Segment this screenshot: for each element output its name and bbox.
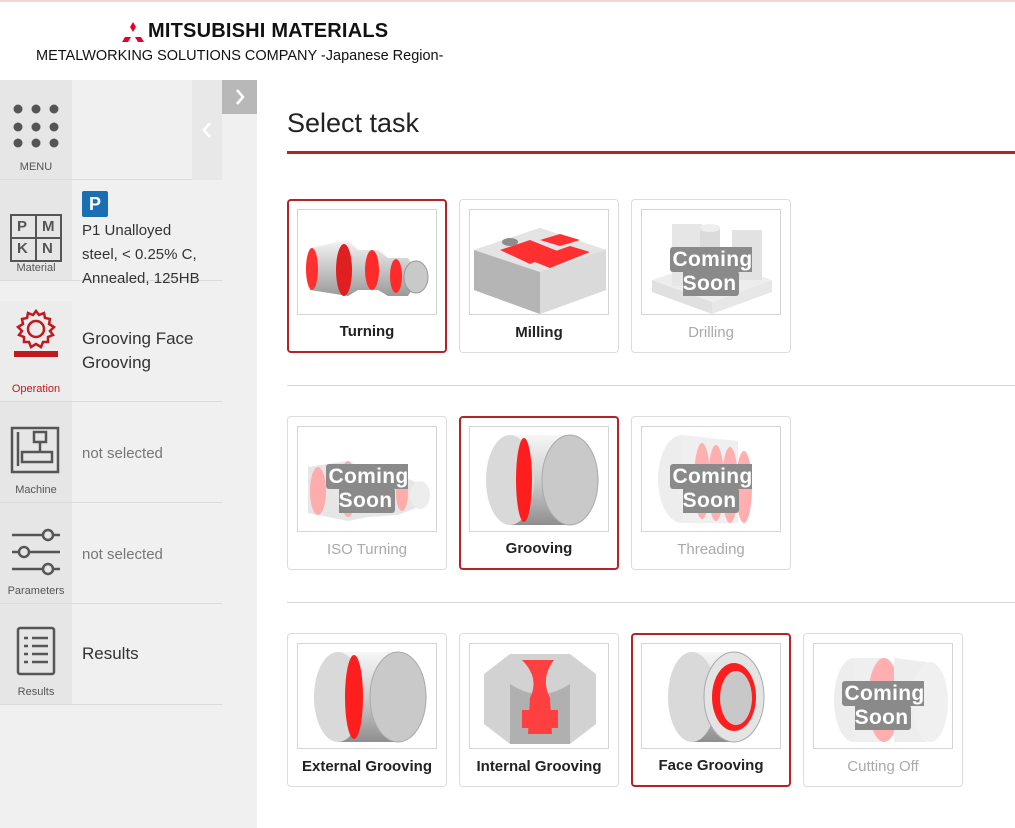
- machine-tile: Machine: [0, 402, 72, 502]
- threading-label: Threading: [677, 541, 745, 558]
- parameters-value: not selected: [82, 546, 163, 563]
- cutting-off-coming-soon: Coming Soon: [841, 681, 925, 730]
- header: MITSUBISHI MATERIALS METALWORKING SOLUTI…: [0, 2, 1015, 80]
- parameters-tile: Parameters: [0, 503, 72, 603]
- drilling-label: Drilling: [688, 324, 734, 341]
- results-value: Results: [82, 644, 139, 663]
- material-badge: P: [82, 191, 108, 217]
- internal-grooving-image: [469, 643, 609, 749]
- iso-turning-label: ISO Turning: [326, 541, 408, 558]
- drilling-image: Coming Soon: [641, 209, 781, 315]
- material-tile: P M K N Material: [0, 180, 72, 280]
- task-card-grooving[interactable]: Grooving: [459, 416, 619, 570]
- face-grooving-label: Face Grooving: [658, 757, 764, 774]
- material-letter-m: M: [42, 218, 55, 235]
- results-list-icon: [16, 626, 56, 676]
- gear-operation-icon: [14, 308, 58, 357]
- external-grooving-image: [297, 643, 437, 749]
- menu-grid-icon: [13, 104, 59, 142]
- parameters-caption: Parameters: [7, 585, 65, 597]
- cutting-off-label: Cutting Off: [847, 758, 919, 775]
- material-letters: P M K N: [10, 215, 62, 261]
- operation-line-1: Grooving Face: [82, 329, 194, 348]
- turning-image: [297, 209, 437, 315]
- sliders-icon: [12, 528, 60, 576]
- expand-panel-button[interactable]: [222, 80, 257, 114]
- machine-caption: Machine: [15, 484, 57, 496]
- menu-grid-bottom-icon: [13, 138, 59, 148]
- milling-image: [469, 209, 609, 315]
- task-card-threading: Coming Soon Threading: [631, 416, 791, 570]
- brand-logo[interactable]: MITSUBISHI MATERIALS: [122, 20, 388, 43]
- drilling-coming-soon: Coming Soon: [669, 247, 753, 296]
- task-card-cutting-off: Coming Soon Cutting Off: [803, 633, 963, 787]
- sidebar-item-parameters[interactable]: Parameters not selected: [0, 503, 222, 604]
- material-letter-k: K: [17, 240, 28, 257]
- task-card-iso-turning: Coming Soon ISO Turning: [287, 416, 447, 570]
- machine-icon: [10, 426, 60, 474]
- iso-turning-image: Coming Soon: [297, 426, 437, 532]
- threading-coming-soon: Coming Soon: [669, 464, 753, 513]
- machine-value: not selected: [82, 445, 163, 462]
- sidebar: MENU P M K N Material P P1 Unalloyed ste…: [0, 80, 257, 828]
- grooving-image: [469, 426, 609, 532]
- internal-grooving-label: Internal Grooving: [476, 758, 602, 775]
- material-line-3: Annealed, 125HB: [82, 270, 200, 287]
- parameters-value-box: not selected: [72, 503, 222, 603]
- sidebar-menu-row: MENU: [0, 80, 222, 180]
- collapse-sidebar-button[interactable]: [192, 80, 222, 180]
- task-card-turning[interactable]: Turning: [287, 199, 447, 353]
- grooving-label: Grooving: [505, 540, 573, 557]
- brand-name: MITSUBISHI MATERIALS: [148, 20, 389, 42]
- menu-button[interactable]: MENU: [0, 80, 72, 179]
- machine-value-box: not selected: [72, 402, 222, 502]
- iso-turning-coming-soon: Coming Soon: [325, 464, 409, 513]
- results-tile: Results: [0, 604, 72, 704]
- task-card-external-grooving[interactable]: External Grooving: [287, 633, 447, 787]
- row-divider-2: [287, 602, 1015, 603]
- sidebar-item-operation[interactable]: Operation Grooving Face Grooving: [0, 301, 222, 402]
- three-diamonds-logo-icon: [122, 21, 144, 42]
- material-line-1: P1 Unalloyed: [82, 222, 172, 239]
- chevron-left-icon: [202, 122, 211, 138]
- milling-label: Milling: [515, 324, 563, 341]
- face-grooving-image: [641, 643, 781, 749]
- operation-caption: Operation: [11, 383, 61, 395]
- material-line-2: steel, < 0.25% C,: [82, 246, 197, 263]
- sidebar-item-machine[interactable]: Machine not selected: [0, 402, 222, 503]
- material-value: P P1 Unalloyed steel, < 0.25% C, Anneale…: [72, 180, 222, 287]
- menu-caption: MENU: [19, 161, 53, 173]
- cutting-off-image: Coming Soon: [813, 643, 953, 749]
- task-card-face-grooving[interactable]: Face Grooving: [631, 633, 791, 787]
- material-letter-p: P: [17, 218, 28, 235]
- threading-image: Coming Soon: [641, 426, 781, 532]
- results-value-box: Results: [72, 604, 222, 704]
- turning-label: Turning: [339, 323, 395, 340]
- external-grooving-label: External Grooving: [301, 758, 433, 775]
- operation-tile: Operation: [0, 301, 72, 401]
- page-title: Select task: [287, 108, 420, 138]
- title-underline: [287, 151, 1015, 154]
- material-caption: Material: [16, 262, 56, 274]
- task-card-internal-grooving[interactable]: Internal Grooving: [459, 633, 619, 787]
- row-divider-1: [287, 385, 1015, 386]
- results-caption: Results: [17, 686, 55, 698]
- company-subtitle: METALWORKING SOLUTIONS COMPANY -Japanese…: [36, 48, 444, 64]
- sidebar-item-results[interactable]: Results Results: [0, 604, 222, 705]
- material-letter-n: N: [42, 240, 53, 257]
- task-card-milling[interactable]: Milling: [459, 199, 619, 353]
- task-card-drilling: Coming Soon Drilling: [631, 199, 791, 353]
- operation-value: Grooving Face Grooving: [72, 301, 222, 401]
- chevron-right-icon: [235, 89, 245, 105]
- operation-line-2: Grooving: [82, 353, 151, 372]
- sidebar-item-material[interactable]: P M K N Material P P1 Unalloyed steel, <…: [0, 180, 222, 287]
